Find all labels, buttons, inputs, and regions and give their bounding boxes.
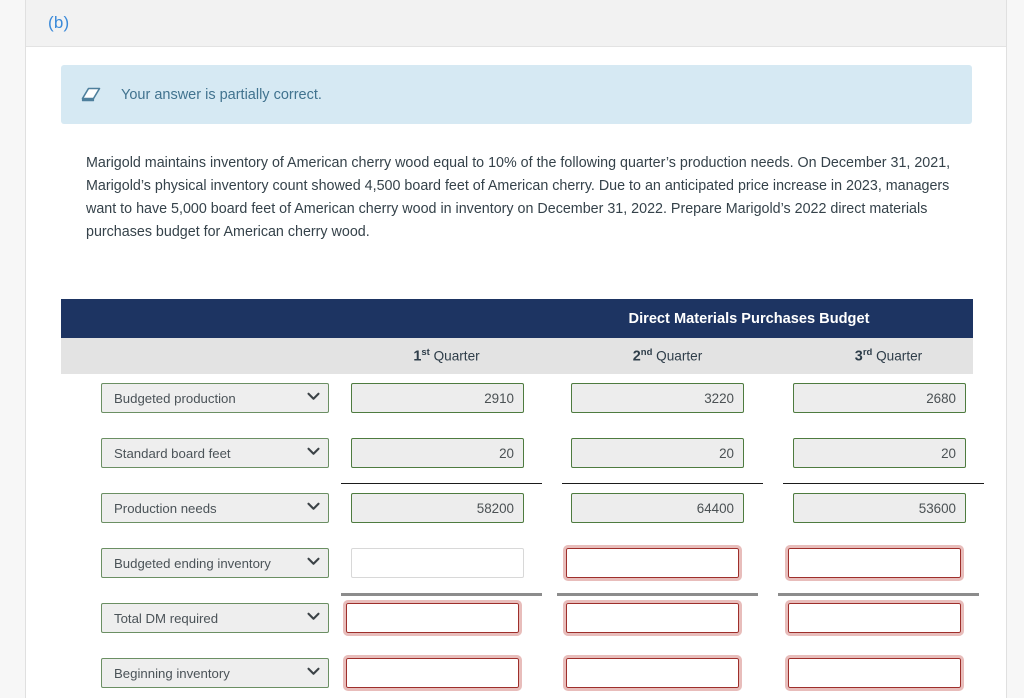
part-header: (b) [26, 0, 1006, 47]
account-select-6[interactable]: Budgeted productionStandard board feetPr… [101, 658, 329, 688]
row-label-cell: Budgeted productionStandard board feetPr… [61, 493, 336, 523]
row-label-cell: Budgeted productionStandard board feetPr… [61, 658, 336, 688]
column-header-q3-ordinal: 3 [854, 348, 863, 365]
status-banner-message: Your answer is partially correct. [121, 86, 322, 103]
table-row: Budgeted productionStandard board feetPr… [61, 383, 973, 438]
amount-input-r5-q2[interactable] [563, 600, 742, 636]
part-label: (b) [48, 13, 70, 32]
table-body: Budgeted productionStandard board feetPr… [61, 374, 984, 698]
account-select-2[interactable]: Budgeted productionStandard board feetPr… [101, 438, 329, 468]
account-select-wrapper: Budgeted productionStandard board feetPr… [101, 603, 329, 633]
table-row: Budgeted productionStandard board feetPr… [61, 545, 979, 603]
row-underline [562, 483, 763, 484]
account-select-wrapper: Budgeted productionStandard board feetPr… [101, 658, 329, 688]
column-header-q1-label: Quarter [433, 348, 480, 364]
column-header-q1: 1st Quarter [336, 347, 557, 365]
account-select-3[interactable]: Budgeted productionStandard board feetPr… [101, 493, 329, 523]
budget-table: Direct Materials Purchases Budget 1st Qu… [61, 299, 984, 698]
row-underline [783, 483, 984, 484]
table-row: Budgeted productionStandard board feetPr… [61, 600, 973, 658]
column-header-q1-suffix: st [421, 347, 430, 359]
row-underline [341, 593, 542, 596]
amount-input-r4-q1[interactable] [351, 548, 524, 578]
page-root: (b) Your answer is partially correct. Ma… [0, 0, 1024, 698]
table-row: Budgeted productionStandard board feetPr… [61, 655, 973, 698]
amount-input-r2-q2[interactable] [571, 438, 744, 468]
column-header-q2: 2nd Quarter [557, 347, 778, 365]
account-select-4[interactable]: Budgeted productionStandard board feetPr… [101, 548, 329, 578]
amount-input-r3-q1[interactable] [351, 493, 524, 523]
column-header-q3-suffix: rd [862, 347, 873, 359]
account-select-wrapper: Budgeted productionStandard board feetPr… [101, 438, 329, 468]
row-label-cell: Budgeted productionStandard board feetPr… [61, 383, 336, 413]
amount-input-r6-q3[interactable] [785, 655, 964, 691]
column-header-q2-label: Quarter [656, 348, 703, 364]
amount-input-r6-q2[interactable] [563, 655, 742, 691]
row-underline [341, 483, 542, 484]
table-title-bar: Direct Materials Purchases Budget [61, 299, 973, 338]
column-header-q2-suffix: nd [640, 347, 653, 359]
column-header-q2-ordinal: 2 [632, 348, 641, 365]
table-row: Budgeted productionStandard board feetPr… [61, 438, 984, 493]
account-select-wrapper: Budgeted productionStandard board feetPr… [101, 548, 329, 578]
amount-input-r2-q1[interactable] [351, 438, 524, 468]
row-underline [557, 593, 758, 596]
account-select-1[interactable]: Budgeted productionStandard board feetPr… [101, 383, 329, 413]
row-underline [778, 593, 979, 596]
account-select-wrapper: Budgeted productionStandard board feetPr… [101, 493, 329, 523]
table-title: Direct Materials Purchases Budget [628, 310, 870, 327]
row-label-cell: Budgeted productionStandard board feetPr… [61, 548, 336, 578]
amount-input-r4-q3[interactable] [785, 545, 964, 581]
status-banner: Your answer is partially correct. [61, 65, 972, 124]
eraser-icon [78, 82, 104, 108]
amount-input-r1-q3[interactable] [793, 383, 966, 413]
question-text: Marigold maintains inventory of American… [86, 155, 951, 240]
amount-input-r1-q2[interactable] [571, 383, 744, 413]
amount-input-r5-q1[interactable] [343, 600, 522, 636]
row-label-cell: Budgeted productionStandard board feetPr… [61, 603, 336, 633]
question-card: (b) Your answer is partially correct. Ma… [25, 0, 1007, 698]
amount-input-r2-q3[interactable] [793, 438, 966, 468]
amount-input-r4-q2[interactable] [563, 545, 742, 581]
column-header-q3-label: Quarter [876, 348, 923, 364]
amount-input-r3-q2[interactable] [571, 493, 744, 523]
amount-input-r5-q3[interactable] [785, 600, 964, 636]
row-label-cell: Budgeted productionStandard board feetPr… [61, 438, 336, 468]
account-select-5[interactable]: Budgeted productionStandard board feetPr… [101, 603, 329, 633]
table-column-headers: 1st Quarter 2nd Quarter 3rd Quarter [61, 338, 973, 374]
amount-input-r1-q1[interactable] [351, 383, 524, 413]
account-select-wrapper: Budgeted productionStandard board feetPr… [101, 383, 329, 413]
column-header-q3: 3rd Quarter [778, 347, 999, 365]
amount-input-r6-q1[interactable] [343, 655, 522, 691]
amount-input-r3-q3[interactable] [793, 493, 966, 523]
table-row: Budgeted productionStandard board feetPr… [61, 493, 973, 548]
